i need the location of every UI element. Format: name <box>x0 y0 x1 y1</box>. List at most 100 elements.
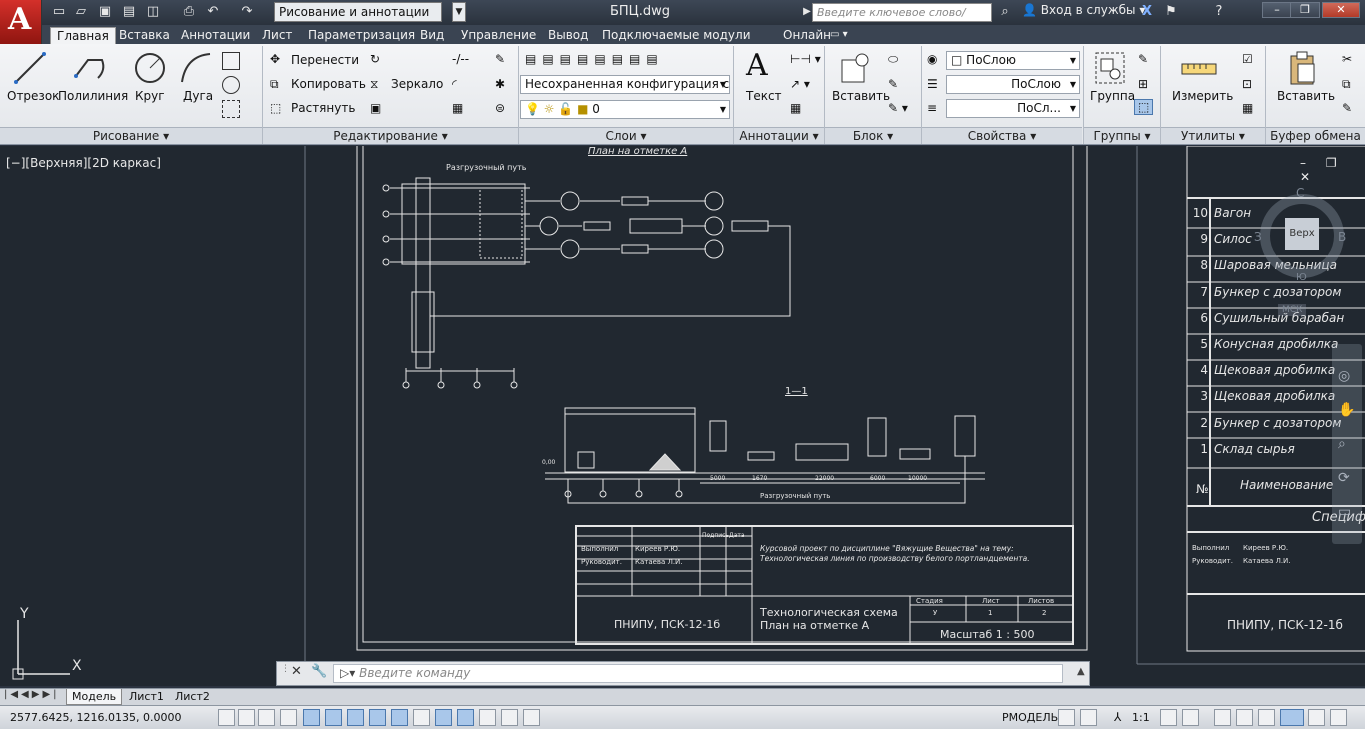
clean-screen-button[interactable] <box>1330 709 1347 726</box>
stretch-button[interactable]: Растянуть <box>291 101 355 115</box>
utilities-panel-title[interactable]: Утилиты ▾ <box>1161 127 1265 144</box>
explode-icon[interactable]: ✱ <box>495 77 505 91</box>
annotation-scale[interactable]: 1:1 <box>1132 711 1150 724</box>
hatch-icon[interactable] <box>222 100 240 118</box>
model-space-toggle[interactable]: РМОДЕЛЬ <box>1002 711 1058 724</box>
draw-panel-title[interactable]: Рисование ▾ <box>0 127 262 144</box>
block-panel-title[interactable]: Блок ▾ <box>825 127 921 144</box>
line-tool-label[interactable]: Отрезок <box>7 89 59 103</box>
publish-icon[interactable]: ◫ <box>144 3 162 21</box>
arc-tool-label[interactable]: Дуга <box>183 89 213 103</box>
insert-block-label[interactable]: Вставить <box>832 89 890 103</box>
annotation-panel-title[interactable]: Аннотации ▾ <box>734 127 824 144</box>
isolate-objects-button[interactable] <box>1280 709 1304 726</box>
quick-view-layouts-button[interactable] <box>1058 709 1075 726</box>
linetype-select[interactable]: ПоСлою ▼ <box>946 75 1080 94</box>
close-button[interactable]: ✕ <box>1322 2 1360 18</box>
properties-panel-title[interactable]: Свойства ▾ <box>922 127 1082 144</box>
quick-properties-button[interactable] <box>479 709 496 726</box>
wrench-icon[interactable]: 🔧 <box>311 664 327 679</box>
select-all-icon[interactable]: ⊡ <box>1242 77 1252 91</box>
snap-button[interactable] <box>238 709 255 726</box>
tab-navigation-icon[interactable]: |◀◀▶▶| <box>4 689 60 700</box>
ducs-button[interactable] <box>391 709 408 726</box>
ribbon-options-icon[interactable]: ▭ ▾ <box>830 27 848 45</box>
search-input[interactable]: Введите ключевое слово/фразу <box>812 3 992 36</box>
lwt-button[interactable] <box>435 709 452 726</box>
offset-icon[interactable]: ⊜ <box>495 101 505 115</box>
tab-home[interactable]: Главная <box>50 27 116 45</box>
tab-annotate[interactable]: Аннотации <box>181 27 250 45</box>
quick-view-drawings-button[interactable] <box>1080 709 1097 726</box>
layers-panel-title[interactable]: Слои ▾ <box>519 127 733 144</box>
help-icon[interactable]: ? <box>1210 3 1228 21</box>
fillet-icon[interactable]: ◜ <box>452 77 457 91</box>
insert-block-icon[interactable] <box>838 50 874 86</box>
linetype-icon[interactable]: ☰ <box>927 77 938 91</box>
minimize-button[interactable]: – <box>1262 2 1292 18</box>
leader-icon[interactable]: ↗ ▾ <box>790 77 810 91</box>
annotation-scale-icon[interactable]: ⅄ <box>1114 710 1121 724</box>
color-select[interactable]: □ ПоСлою ▼ <box>946 51 1080 70</box>
line-tool-icon[interactable] <box>12 50 48 86</box>
undo-icon[interactable]: ↶ <box>204 3 222 21</box>
match-properties-icon[interactable]: ✎ <box>1342 101 1352 115</box>
move-button[interactable]: Перенести <box>291 53 359 67</box>
trim-icon[interactable]: -/-- <box>452 52 469 66</box>
dyn-button[interactable] <box>413 709 430 726</box>
group-select-icon[interactable]: ⬚ <box>1134 99 1154 115</box>
rectangle-icon[interactable] <box>222 52 240 70</box>
group-edit-icon[interactable]: ⊞ <box>1138 77 1148 91</box>
maximize-button[interactable]: ❐ <box>1290 2 1320 18</box>
layer-tools-icon[interactable]: ▤▤▤▤▤▤▤▤ <box>525 52 664 66</box>
text-tool-icon[interactable]: A <box>746 48 768 83</box>
modify-panel-title[interactable]: Редактирование ▾ <box>263 127 518 144</box>
viewcube-top-face[interactable]: Верх <box>1285 218 1319 250</box>
otrack-button[interactable] <box>369 709 386 726</box>
save-icon[interactable]: ▣ <box>96 3 114 21</box>
tab-layout[interactable]: Лист <box>262 27 292 45</box>
layer-state-select[interactable]: Несохраненная конфигурация сло ▼ <box>520 75 730 94</box>
tab-insert[interactable]: Вставка <box>119 27 170 45</box>
create-block-icon[interactable]: ⬭ <box>888 52 898 67</box>
auto-scale-button[interactable] <box>1182 709 1199 726</box>
compass-west[interactable]: З <box>1254 230 1262 244</box>
drawing-canvas[interactable]: [−][Верхняя][2D каркас] Разгрузочный пут… <box>0 146 1365 686</box>
lineweight-icon[interactable]: ≡ <box>927 101 937 115</box>
grid-button[interactable] <box>258 709 275 726</box>
workspace-select[interactable]: Рисование и аннотации <box>274 2 442 22</box>
new-icon[interactable]: ▭ <box>50 3 68 21</box>
drag-handle[interactable]: ⋮ <box>281 664 291 683</box>
ortho-button[interactable] <box>280 709 297 726</box>
redo-icon[interactable]: ↷ <box>238 3 256 21</box>
tab-manage[interactable]: Управление <box>461 27 536 45</box>
workspace-switch-button[interactable] <box>1214 709 1231 726</box>
ungroup-icon[interactable]: ✎ <box>1138 52 1148 66</box>
lock-button[interactable] <box>1236 709 1253 726</box>
exchange-icon[interactable]: X <box>1138 3 1156 21</box>
pan-icon[interactable]: ✋ <box>1338 402 1355 418</box>
compass-north[interactable]: С <box>1296 186 1304 200</box>
compass-south[interactable]: Ю <box>1296 272 1307 283</box>
cut-icon[interactable]: ✂ <box>1342 52 1352 66</box>
transparency-button[interactable] <box>457 709 474 726</box>
close-icon[interactable]: ✕ <box>291 664 302 679</box>
polyline-tool-icon[interactable] <box>72 50 108 86</box>
open-icon[interactable]: ▱ <box>72 3 90 21</box>
orbit-icon[interactable]: ⟳ <box>1338 470 1350 486</box>
copy-icon[interactable]: ⧉ <box>270 77 279 92</box>
polyline-tool-label[interactable]: Полилиния <box>58 89 128 103</box>
circle-tool-icon[interactable] <box>132 50 168 86</box>
group-label[interactable]: Группа <box>1090 89 1135 103</box>
array-icon[interactable]: ▦ <box>452 101 463 115</box>
measure-icon[interactable] <box>1180 56 1220 82</box>
tab-model[interactable]: Модель <box>66 689 123 705</box>
chevron-down-icon[interactable]: ▼ <box>452 2 466 22</box>
zoom-icon[interactable]: ⌕ <box>1338 436 1346 452</box>
print-icon[interactable]: ⎙ <box>180 3 198 21</box>
arc-tool-icon[interactable] <box>178 50 214 86</box>
osnap-button[interactable] <box>325 709 342 726</box>
groups-panel-title[interactable]: Группы ▾ <box>1084 127 1160 144</box>
showmotion-icon[interactable]: ▭ <box>1338 504 1351 520</box>
move-icon[interactable]: ✥ <box>270 52 280 66</box>
